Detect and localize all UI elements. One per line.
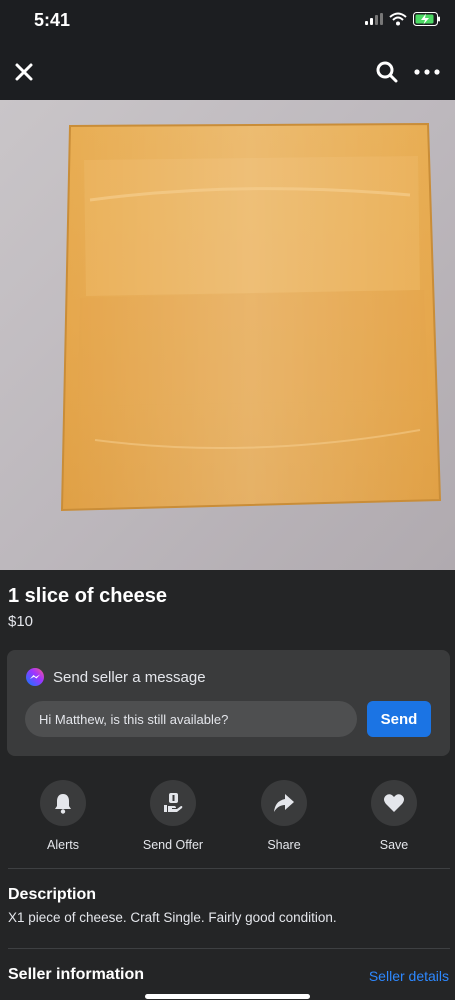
status-bar: 5:41 bbox=[0, 0, 455, 44]
messenger-icon bbox=[26, 668, 44, 686]
message-header-label: Send seller a message bbox=[53, 668, 206, 686]
alerts-label: Alerts bbox=[47, 838, 79, 852]
alerts-circle[interactable] bbox=[40, 780, 86, 826]
close-icon bbox=[15, 63, 33, 81]
heart-icon bbox=[384, 794, 404, 812]
cheese-slice-image bbox=[0, 100, 455, 570]
listing-photo[interactable] bbox=[0, 100, 455, 570]
close-button[interactable] bbox=[8, 56, 40, 88]
description-heading: Description bbox=[8, 886, 97, 903]
send-offer-button[interactable]: Send Offer bbox=[118, 780, 228, 852]
send-button[interactable]: Send bbox=[367, 701, 431, 737]
listing-title: 1 slice of cheese bbox=[8, 585, 167, 607]
more-icon bbox=[414, 69, 440, 75]
alerts-button[interactable]: Alerts bbox=[8, 780, 118, 852]
message-header: Send seller a message bbox=[25, 667, 206, 687]
status-icons bbox=[365, 12, 441, 26]
signal-icon bbox=[365, 13, 383, 25]
send-offer-label: Send Offer bbox=[142, 838, 204, 852]
save-label: Save bbox=[379, 838, 409, 852]
divider bbox=[8, 868, 450, 869]
more-options-button[interactable] bbox=[407, 56, 447, 88]
send-offer-circle[interactable] bbox=[150, 780, 196, 826]
divider bbox=[8, 948, 450, 949]
action-row: Alerts Send Offer Share Save bbox=[0, 780, 455, 860]
save-circle[interactable] bbox=[371, 780, 417, 826]
description-text: X1 piece of cheese. Craft Single. Fairly… bbox=[8, 910, 337, 925]
share-label: Share bbox=[267, 838, 301, 852]
share-button[interactable]: Share bbox=[229, 780, 339, 852]
battery-charging-icon bbox=[413, 12, 440, 26]
message-input[interactable] bbox=[25, 701, 357, 737]
nav-bar bbox=[0, 44, 455, 100]
offer-icon bbox=[164, 793, 183, 812]
share-icon bbox=[274, 794, 294, 812]
search-button[interactable] bbox=[371, 56, 403, 88]
listing-price: $10 bbox=[8, 613, 34, 630]
search-icon bbox=[376, 61, 398, 83]
seller-details-link[interactable]: Seller details bbox=[369, 968, 449, 984]
status-time: 5:41 bbox=[34, 10, 71, 30]
save-button[interactable]: Save bbox=[339, 780, 449, 852]
bell-icon bbox=[55, 794, 71, 814]
message-card: Send seller a message Send bbox=[7, 650, 450, 756]
share-circle[interactable] bbox=[261, 780, 307, 826]
wifi-icon bbox=[389, 12, 407, 26]
home-indicator[interactable] bbox=[145, 994, 310, 999]
seller-info-heading: Seller information bbox=[8, 966, 145, 983]
